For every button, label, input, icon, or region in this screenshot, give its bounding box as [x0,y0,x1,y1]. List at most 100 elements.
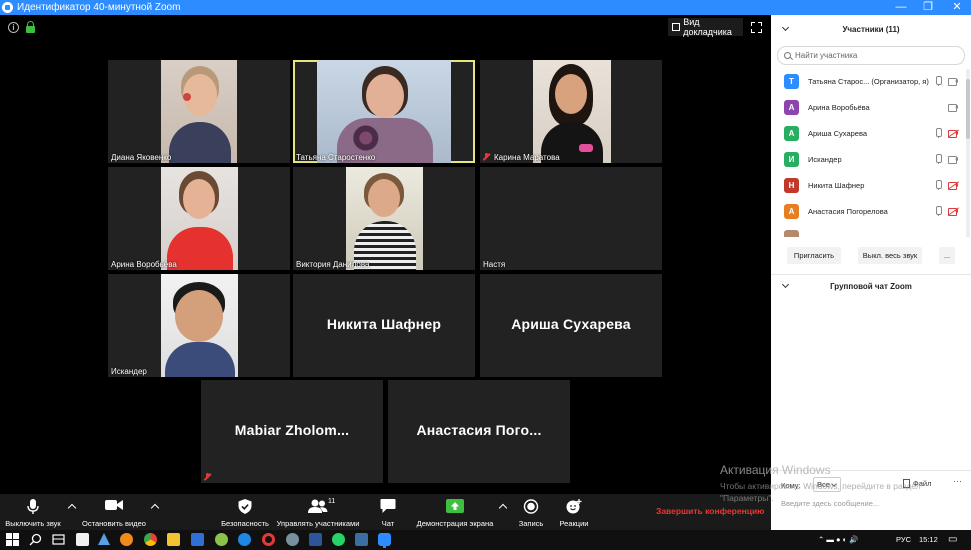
search-icon[interactable] [29,533,42,546]
close-icon[interactable]: ✕ [943,0,971,15]
share-options-caret[interactable] [498,503,508,513]
panel-divider [771,274,971,275]
participant-video [317,60,451,163]
mail-icon[interactable] [191,533,204,546]
record-button[interactable]: Запись [514,494,548,530]
chrome-icon[interactable] [144,533,157,546]
audio-options-caret[interactable] [67,503,77,513]
grid-icon [672,23,681,31]
video-tile[interactable]: Карина Маратова [480,60,662,163]
participants-panel: Участники (11) Найти участника Т Татьяна… [771,15,971,530]
camera-off-icon[interactable] [947,129,960,138]
chat-title: Групповой чат Zoom [830,282,912,291]
camera-off-icon[interactable] [947,181,960,190]
windows-activation-hint: Чтобы активировать Windows, перейдите в … [720,481,921,503]
participant-search-input[interactable]: Найти участника [777,46,965,65]
stop-video-button[interactable]: Остановить видео [79,494,149,530]
participant-video [161,274,238,377]
app-icon[interactable] [286,533,299,546]
edge-icon[interactable] [238,533,251,546]
participant-row[interactable]: А Анастасия Погорелова [771,199,966,225]
windows-taskbar: ⌃ ▬ ● ◐ 🔊 РУС 15:12 ▭ [0,530,971,550]
participant-row-name: Искандер [808,155,842,164]
mic-icon[interactable] [935,76,942,86]
app-icon[interactable] [355,533,368,546]
maximize-icon[interactable]: ❐ [914,0,942,15]
mute-all-button[interactable]: Выкл. весь звук [858,247,922,264]
task-view-icon[interactable] [52,533,65,546]
whatsapp-icon[interactable] [332,533,345,546]
participant-name: Татьяна Старостенко [296,153,376,162]
mic-icon[interactable] [935,154,942,164]
participant-list-scrollbar[interactable] [966,69,970,237]
app-icon[interactable] [98,533,110,545]
invite-button[interactable]: Пригласить [787,247,841,264]
microphone-icon [27,499,39,514]
video-tile[interactable]: Искандер [108,274,290,377]
video-tile-active-speaker[interactable]: Татьяна Старостенко [293,60,475,163]
zoom-taskbar-icon[interactable] [378,533,391,546]
video-tile[interactable]: Ариша Сухарева [480,274,662,377]
participant-row[interactable]: Н Никита Шафнер [771,173,966,199]
reactions-button[interactable]: Реакции [554,494,594,530]
avatar: И [784,152,799,167]
video-tile[interactable]: Виктория Данилова [293,167,475,270]
participant-name-placeholder: Ариша Сухарева [511,316,631,332]
participant-row[interactable]: И Искандер [771,147,966,173]
notification-icon[interactable]: ▭ [948,530,957,550]
minimize-icon[interactable]: — [887,0,915,15]
meeting-info-icon[interactable]: i [8,22,19,33]
participant-name-placeholder: Mabiar Zholom... [234,422,350,438]
tray-icons[interactable]: ⌃ ▬ ● ◐ 🔊 [818,530,859,550]
participant-name-placeholder: Никита Шафнер [326,316,442,332]
participant-row-partial[interactable] [771,225,966,237]
video-options-caret[interactable] [150,503,160,513]
video-tile[interactable]: Анастасия Пого... [388,380,570,483]
video-tile[interactable]: Никита Шафнер [293,274,475,377]
mic-icon[interactable] [935,206,942,216]
avatar: А [784,204,799,219]
mute-button[interactable]: Выключить звук [0,494,66,530]
encryption-lock-icon[interactable] [26,21,35,33]
word-icon[interactable] [309,533,322,546]
input-language[interactable]: РУС [896,530,911,550]
search-icon [784,52,791,59]
video-tile[interactable]: Настя [480,167,662,270]
participant-video [161,167,238,270]
windows-start-icon[interactable] [6,533,19,546]
camera-icon[interactable] [948,156,959,164]
mic-icon[interactable] [935,128,942,138]
participant-row[interactable]: А Ариша Сухарева [771,121,966,147]
video-tile[interactable]: Диана Яковенко [108,60,290,163]
participant-row[interactable]: Т Татьяна Старос... (Организатор, я) [771,69,966,95]
file-explorer-icon[interactable] [167,533,180,546]
speaker-view-button[interactable]: Вид докладчика [668,17,743,37]
more-options-button[interactable]: ... [939,247,955,264]
video-tile[interactable]: Арина Воробьёва [108,167,290,270]
security-button[interactable]: Безопасность [219,494,271,530]
store-icon[interactable] [76,533,89,546]
meeting-toolbar: Выключить звук Остановить видео Безопасн… [0,494,771,530]
video-tile[interactable]: Mabiar Zholom... [201,380,383,483]
chat-panel-header: Групповой чат Zoom [771,278,971,294]
app-icon[interactable] [120,533,133,546]
participant-video [533,60,611,163]
participant-video [161,60,237,163]
system-clock[interactable]: 15:12 [919,530,938,550]
chat-button[interactable]: Чат [373,494,403,530]
camera-off-icon[interactable] [947,207,960,216]
participant-row[interactable]: А Арина Воробьёва [771,95,966,121]
fullscreen-icon[interactable] [751,22,762,33]
share-screen-button[interactable]: Демонстрация экрана [412,494,498,530]
participant-row-name: Ариша Сухарева [808,129,868,138]
opera-icon[interactable] [262,533,275,546]
window-title-bar: Идентификатор 40-минутной Zoom — ❐ ✕ [0,0,971,15]
windows-activation-watermark: Активация Windows [720,463,831,477]
video-camera-icon [105,500,123,510]
camera-icon[interactable] [948,104,959,112]
end-meeting-button[interactable]: Завершить конференцию [656,506,764,516]
app-icon[interactable] [215,533,228,546]
mic-icon[interactable] [935,180,942,190]
camera-icon[interactable] [948,78,959,86]
manage-participants-button[interactable]: 11 Управлять участниками [273,494,363,530]
